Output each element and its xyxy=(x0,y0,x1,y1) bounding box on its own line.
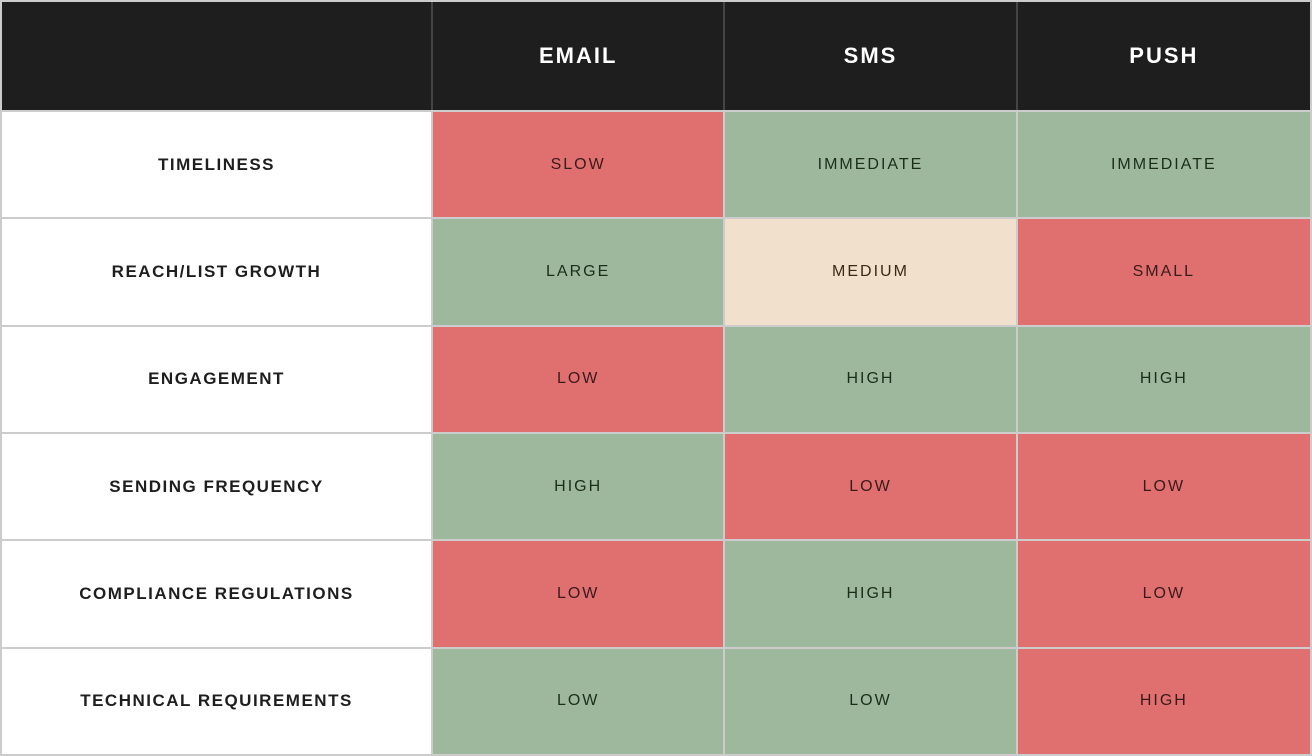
table-row: ENGAGEMENTLOWHIGHHIGH xyxy=(2,325,1310,432)
row-label-5: TECHNICAL REQUIREMENTS xyxy=(2,649,433,754)
row-label-0: TIMELINESS xyxy=(2,112,433,217)
cell-email-3: HIGH xyxy=(433,434,725,539)
cell-push-3: LOW xyxy=(1018,434,1310,539)
cell-push-4: LOW xyxy=(1018,541,1310,646)
table-row: REACH/LIST GROWTHLARGEMEDIUMSMALL xyxy=(2,217,1310,324)
cell-email-5: LOW xyxy=(433,649,725,754)
table-body: TIMELINESSSLOWIMMEDIATEIMMEDIATEREACH/LI… xyxy=(2,110,1310,754)
row-label-1: REACH/LIST GROWTH xyxy=(2,219,433,324)
cell-email-1: LARGE xyxy=(433,219,725,324)
cell-sms-5: LOW xyxy=(725,649,1017,754)
table-row: COMPLIANCE REGULATIONSLOWHIGHLOW xyxy=(2,539,1310,646)
cell-sms-1: MEDIUM xyxy=(725,219,1017,324)
header-push: PUSH xyxy=(1018,2,1310,110)
cell-email-2: LOW xyxy=(433,327,725,432)
row-label-3: SENDING FREQUENCY xyxy=(2,434,433,539)
row-label-4: COMPLIANCE REGULATIONS xyxy=(2,541,433,646)
header-email: EMAIL xyxy=(433,2,725,110)
cell-sms-4: HIGH xyxy=(725,541,1017,646)
table-row: TIMELINESSSLOWIMMEDIATEIMMEDIATE xyxy=(2,110,1310,217)
table-header: EMAIL SMS PUSH xyxy=(2,2,1310,110)
table-row: SENDING FREQUENCYHIGHLOWLOW xyxy=(2,432,1310,539)
cell-sms-0: IMMEDIATE xyxy=(725,112,1017,217)
cell-email-4: LOW xyxy=(433,541,725,646)
row-label-2: ENGAGEMENT xyxy=(2,327,433,432)
cell-sms-3: LOW xyxy=(725,434,1017,539)
header-sms: SMS xyxy=(725,2,1017,110)
cell-push-0: IMMEDIATE xyxy=(1018,112,1310,217)
header-empty xyxy=(2,2,433,110)
table-row: TECHNICAL REQUIREMENTSLOWLOWHIGH xyxy=(2,647,1310,754)
cell-push-1: SMALL xyxy=(1018,219,1310,324)
cell-sms-2: HIGH xyxy=(725,327,1017,432)
cell-push-5: HIGH xyxy=(1018,649,1310,754)
cell-email-0: SLOW xyxy=(433,112,725,217)
comparison-table: EMAIL SMS PUSH TIMELINESSSLOWIMMEDIATEIM… xyxy=(0,0,1312,756)
cell-push-2: HIGH xyxy=(1018,327,1310,432)
